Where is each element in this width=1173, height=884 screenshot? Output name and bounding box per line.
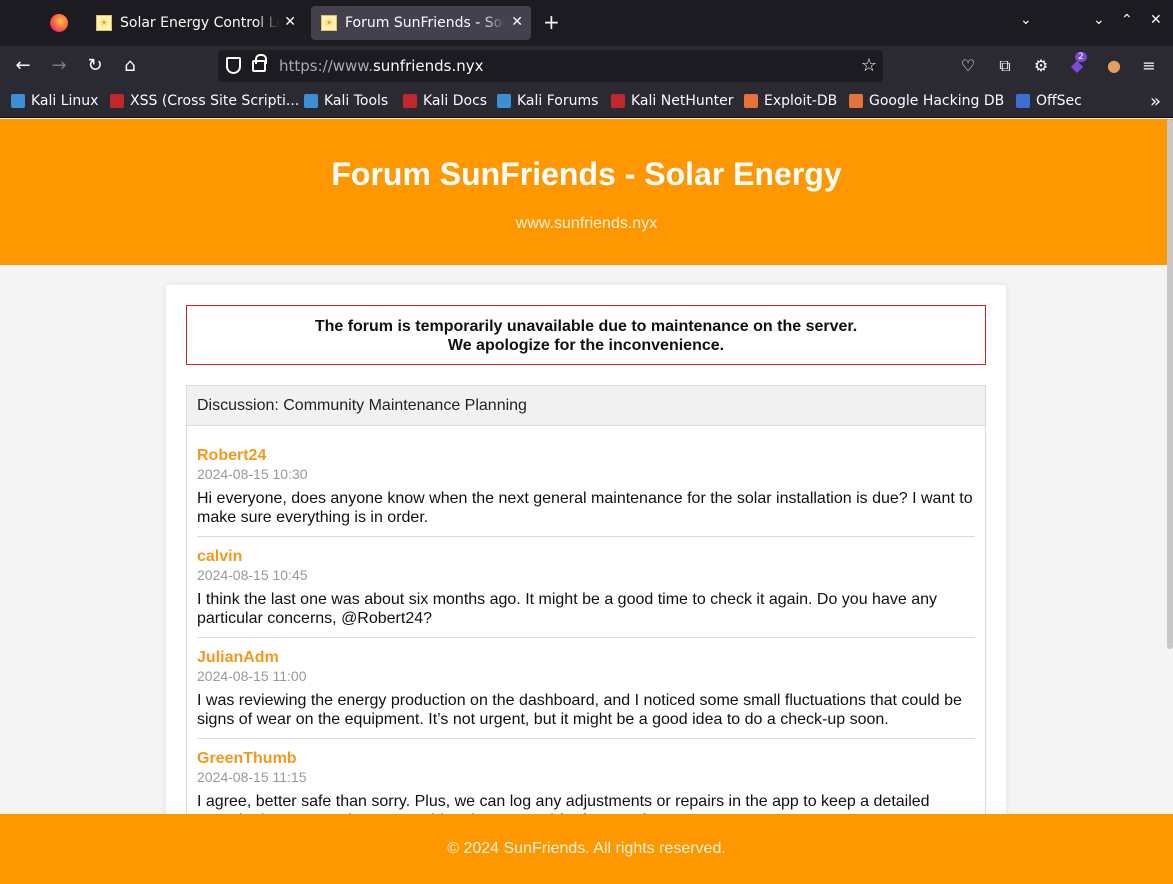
- main-container: The forum is temporarily unavailable due…: [166, 285, 1006, 884]
- forum-post: JulianAdm 2024-08-15 11:00 I was reviewi…: [197, 648, 975, 739]
- forward-icon[interactable]: →: [47, 54, 71, 78]
- post-message: Hi everyone, does anyone know when the n…: [197, 490, 973, 526]
- bookmark-label: Exploit-DB: [764, 93, 838, 109]
- bookmark-kali-forums[interactable]: Kali Forums: [497, 93, 598, 109]
- bookmarks-toolbar: Kali Linux XSS (Cross Site Scripti... Ka…: [0, 86, 1173, 118]
- bookmark-google-hacking-db[interactable]: Google Hacking DB: [849, 93, 1004, 109]
- tracking-protection-shield-icon[interactable]: [226, 57, 241, 74]
- bookmark-label: Kali Forums: [517, 93, 599, 109]
- alert-line-2: We apologize for the inconvenience.: [447, 337, 725, 354]
- page-viewport: Forum SunFriends - Solar Energy www.sunf…: [0, 119, 1173, 884]
- url-text[interactable]: https://www.sunfriends.nyx: [279, 57, 484, 75]
- tab-title: Solar Energy Control Log: [120, 15, 280, 31]
- address-bar[interactable]: https://www.sunfriends.nyx ☆: [218, 50, 883, 82]
- menu-hamburger-icon[interactable]: ≡: [1139, 56, 1159, 76]
- footer-copyright: © 2024 SunFriends. All rights reserved.: [447, 840, 726, 857]
- lock-icon[interactable]: [252, 54, 267, 72]
- site-footer: © 2024 SunFriends. All rights reserved.: [0, 814, 1173, 884]
- post-author[interactable]: calvin: [197, 547, 975, 566]
- home-icon[interactable]: ⌂: [118, 54, 142, 78]
- close-tab-icon[interactable]: ✕: [511, 14, 523, 30]
- bookmarks-overflow-chevron-icon[interactable]: »: [1150, 91, 1161, 112]
- post-timestamp: 2024-08-15 10:30: [197, 466, 308, 482]
- extensions-icon[interactable]: ⧉: [995, 56, 1015, 76]
- tab-solar-control-log[interactable]: ☀ Solar Energy Control Log ✕: [86, 6, 304, 40]
- url-domain: sunfriends.nyx: [372, 57, 484, 75]
- tab-title: Forum SunFriends - Solar Energy: [345, 15, 505, 31]
- sun-favicon-icon: ☀: [96, 15, 112, 31]
- tab-bar: ☀ Solar Energy Control Log ✕ ☀ Forum Sun…: [0, 0, 1173, 46]
- bookmark-label: Kali Tools: [324, 93, 389, 109]
- url-prefix: https://www.: [279, 57, 373, 75]
- exploit-db-icon: [744, 94, 758, 108]
- kali-dragon-icon: [11, 94, 25, 108]
- site-header: Forum SunFriends - Solar Energy www.sunf…: [0, 119, 1173, 265]
- ghdb-icon: [849, 94, 863, 108]
- discussion-thread: Discussion: Community Maintenance Planni…: [186, 385, 986, 884]
- extension-badge: 2: [1075, 52, 1087, 62]
- post-author[interactable]: Robert24: [197, 446, 975, 465]
- list-all-tabs-icon[interactable]: ⌄: [1020, 12, 1032, 28]
- kali-forums-icon: [497, 94, 511, 108]
- site-title: Forum SunFriends - Solar Energy: [331, 156, 842, 192]
- maintenance-alert: The forum is temporarily unavailable due…: [186, 305, 986, 365]
- post-timestamp: 2024-08-15 11:15: [197, 769, 307, 785]
- post-message: I think the last one was about six month…: [197, 591, 937, 627]
- alert-line-1: The forum is temporarily unavailable due…: [314, 318, 858, 335]
- close-window-icon[interactable]: ✕: [1150, 12, 1162, 28]
- settings-gear-icon[interactable]: ⚙: [1031, 56, 1051, 76]
- site-domain: www.sunfriends.nyx: [515, 215, 658, 232]
- pocket-icon[interactable]: ♡: [958, 56, 978, 76]
- bookmark-label: Google Hacking DB: [869, 93, 1005, 109]
- bookmark-offsec[interactable]: OffSec: [1016, 93, 1082, 109]
- bookmark-label: OffSec: [1036, 93, 1082, 109]
- discussion-title: Discussion: Community Maintenance Planni…: [187, 386, 985, 426]
- bookmark-exploit-db[interactable]: Exploit-DB: [744, 93, 837, 109]
- bookmark-kali-docs[interactable]: Kali Docs: [403, 93, 487, 109]
- maximize-icon[interactable]: ⌃: [1121, 12, 1133, 28]
- kali-docs-icon: [403, 94, 417, 108]
- back-icon[interactable]: ←: [11, 54, 35, 78]
- bookmark-kali-nethunter[interactable]: Kali NetHunter: [611, 93, 733, 109]
- firefox-logo-icon[interactable]: [50, 14, 68, 32]
- bookmark-label: Kali NetHunter: [631, 93, 734, 109]
- bookmark-label: Kali Docs: [423, 93, 488, 109]
- bookmark-label: Kali Linux: [31, 93, 99, 109]
- nethunter-icon: [611, 94, 625, 108]
- bookmark-xss[interactable]: XSS (Cross Site Scripti...: [110, 93, 299, 109]
- forum-post: Robert24 2024-08-15 10:30 Hi everyone, d…: [197, 446, 975, 537]
- navigation-toolbar: ← → ↻ ⌂ https://www.sunfriends.nyx ☆ ♡ ⧉…: [0, 46, 1173, 86]
- page-scrollbar[interactable]: [1167, 119, 1173, 649]
- post-timestamp: 2024-08-15 10:45: [197, 567, 308, 583]
- reload-icon[interactable]: ↻: [83, 54, 107, 78]
- bookmark-kali-tools[interactable]: Kali Tools: [304, 93, 388, 109]
- extension-cookie-icon[interactable]: ●: [1104, 56, 1124, 76]
- forum-post: calvin 2024-08-15 10:45 I think the last…: [197, 547, 975, 638]
- post-timestamp: 2024-08-15 11:00: [197, 668, 307, 684]
- post-author[interactable]: GreenThumb: [197, 749, 975, 768]
- sun-favicon-icon: ☀: [321, 15, 337, 31]
- minimize-icon[interactable]: ⌄: [1093, 12, 1105, 28]
- tab-forum-sunfriends[interactable]: ☀ Forum SunFriends - Solar Energy ✕: [311, 6, 531, 40]
- bookmark-label: XSS (Cross Site Scripti...: [130, 93, 300, 109]
- bookmark-star-icon[interactable]: ☆: [861, 55, 877, 76]
- post-message: I was reviewing the energy production on…: [197, 692, 962, 728]
- close-tab-icon[interactable]: ✕: [284, 14, 296, 30]
- kali-tools-icon: [304, 94, 318, 108]
- post-author[interactable]: JulianAdm: [197, 648, 975, 667]
- xss-icon: [110, 94, 124, 108]
- bookmark-kali-linux[interactable]: Kali Linux: [11, 93, 98, 109]
- new-tab-icon[interactable]: +: [543, 11, 560, 33]
- offsec-icon: [1016, 94, 1030, 108]
